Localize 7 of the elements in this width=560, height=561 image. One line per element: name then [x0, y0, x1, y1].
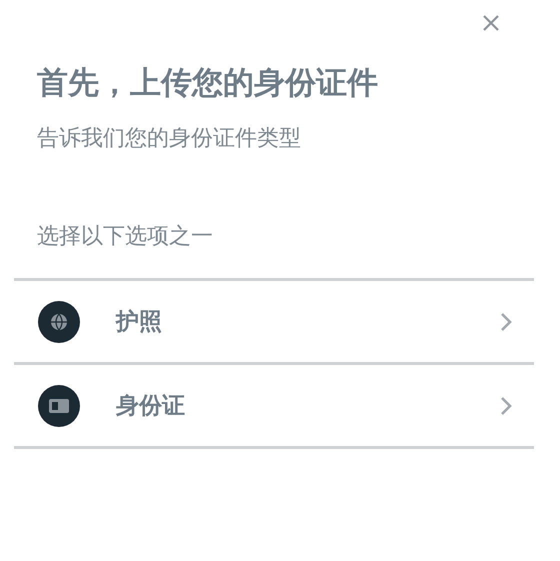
passport-icon — [38, 300, 80, 342]
chevron-icon — [500, 396, 512, 416]
page-title: 首先，上传您的身份证件 — [37, 64, 379, 103]
id-card-icon — [38, 384, 80, 426]
subtitle: 告诉我们您的身份证件类型 — [37, 125, 302, 153]
prompt-text: 选择以下选项之一 — [37, 223, 214, 251]
chevron-icon — [500, 312, 512, 332]
